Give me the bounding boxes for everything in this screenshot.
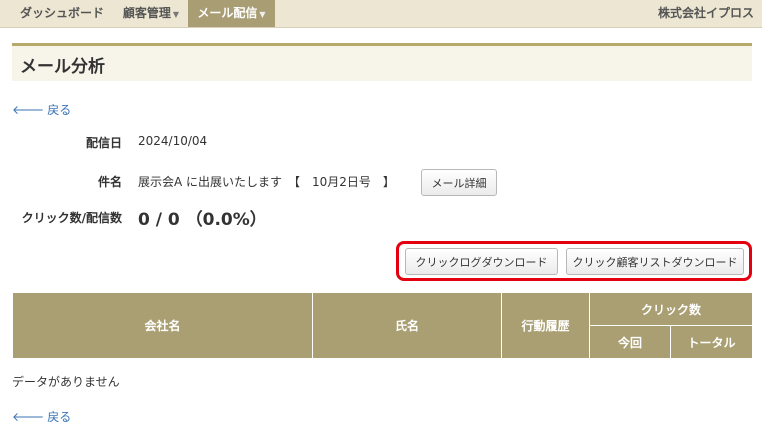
click-customer-list-download-button[interactable]: クリック顧客リストダウンロード xyxy=(566,248,744,275)
click-log-download-button[interactable]: クリックログダウンロード xyxy=(405,248,558,275)
chevron-down-icon: ▼ xyxy=(172,10,180,19)
mail-detail-button[interactable]: メール詳細 xyxy=(421,169,497,196)
arrow-left-icon: 🡐 xyxy=(12,103,45,117)
nav-customer-management[interactable]: 顧客管理 ▼ xyxy=(116,0,186,27)
nav-dashboard[interactable]: ダッシュボード xyxy=(12,0,112,27)
nav-mail-delivery-label: メール配信 xyxy=(197,6,258,20)
col-header-this-time: 今回 xyxy=(589,325,671,359)
click-data-table: 会社名 氏名 行動履歴 クリック数 今回 トータル xyxy=(12,292,754,359)
company-name: 株式会社イプロス xyxy=(657,6,754,20)
chevron-down-icon: ▼ xyxy=(259,10,266,19)
col-header-name: 氏名 xyxy=(312,292,502,359)
back-link-label: 戻る xyxy=(47,410,72,424)
subject-label: 件名 xyxy=(97,175,122,189)
page-header: メール分析 xyxy=(12,43,752,81)
col-header-history: 行動履歴 xyxy=(501,292,590,359)
clicks-label: クリック数/配信数 xyxy=(21,211,122,225)
nav-mail-delivery[interactable]: メール配信 ▼ xyxy=(188,0,275,27)
nav-customer-management-label: 顧客管理 xyxy=(122,6,171,20)
page-title: メール分析 xyxy=(20,57,105,77)
back-link-label: 戻る xyxy=(47,103,72,117)
col-header-company: 会社名 xyxy=(12,292,313,359)
empty-table-message: データがありません xyxy=(12,375,120,389)
clicks-value: 0 / 0 （0.0%） xyxy=(138,210,267,230)
col-header-clicks: クリック数 xyxy=(588,292,754,326)
col-header-total: トータル xyxy=(669,325,754,359)
send-date-value: 2024/10/04 xyxy=(138,134,208,148)
arrow-left-icon: 🡐 xyxy=(12,410,45,424)
send-date-label: 配信日 xyxy=(85,136,122,150)
subject-value: 展示会A に出展いたします 【 10月2日号 】 xyxy=(138,175,395,189)
top-nav-bar: ダッシュボード 顧客管理 ▼ メール配信 ▼ 株式会社イプロス xyxy=(0,0,762,28)
back-link-bottom[interactable]: 🡐 戻る xyxy=(12,408,71,425)
nav-dashboard-label: ダッシュボード xyxy=(19,6,104,20)
back-link-top[interactable]: 🡐 戻る xyxy=(12,101,71,118)
